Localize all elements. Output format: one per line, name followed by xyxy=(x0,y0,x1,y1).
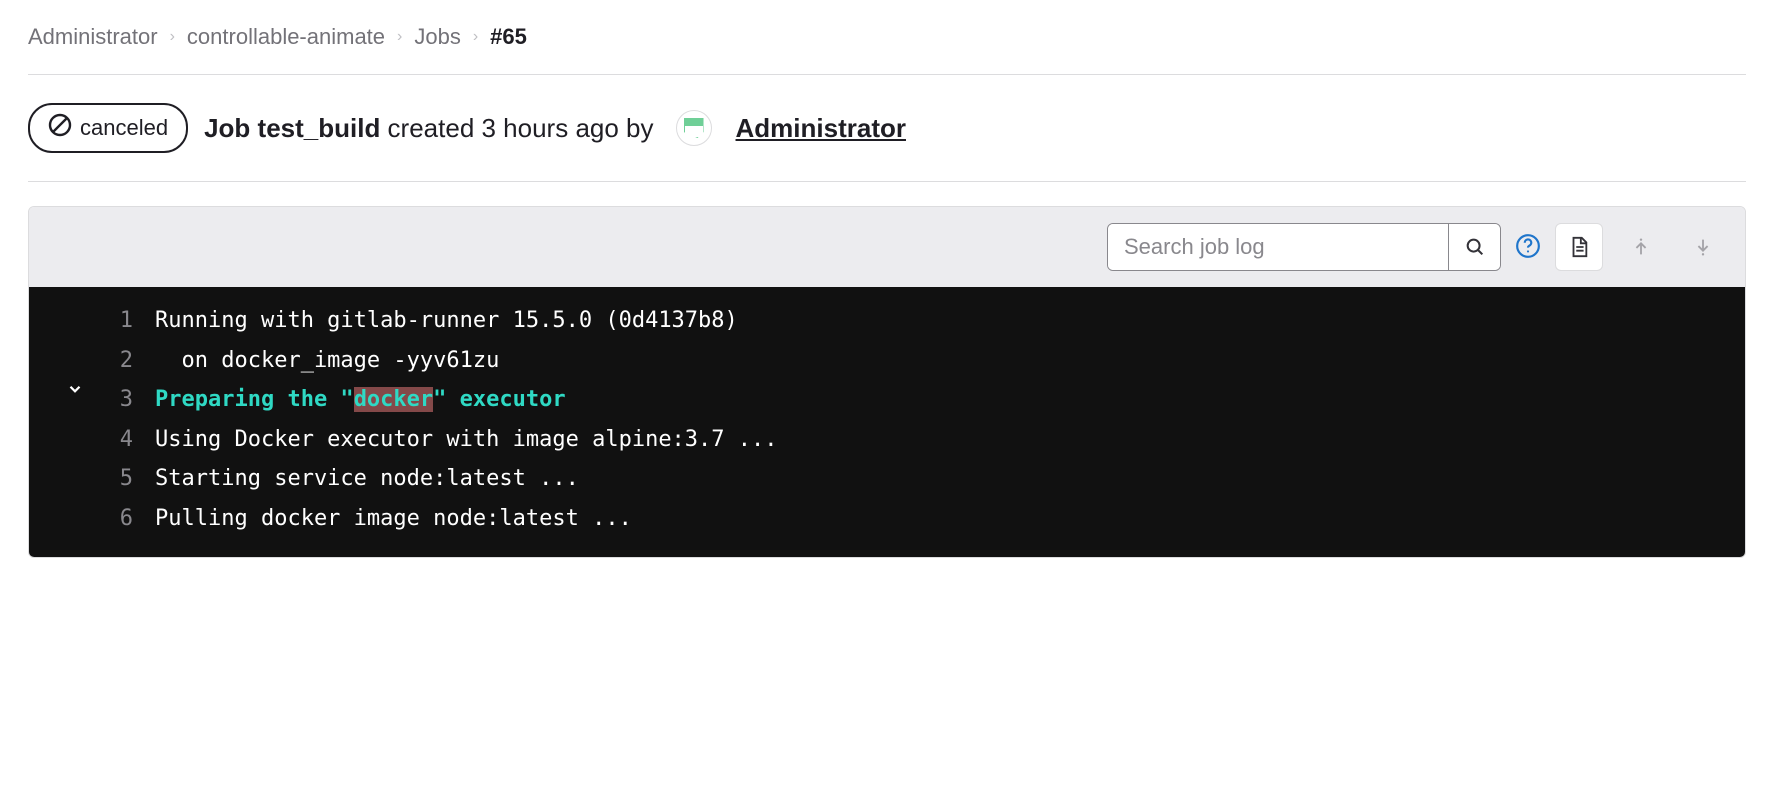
line-content: Preparing the "docker" executor xyxy=(155,380,566,420)
log-line: 1Running with gitlab-runner 15.5.0 (0d41… xyxy=(29,301,1745,341)
job-created-text: created 3 hours ago by xyxy=(380,113,653,143)
line-number[interactable]: 5 xyxy=(105,459,155,499)
status-badge: canceled xyxy=(28,103,188,153)
line-content: on docker_image -yyv61zu xyxy=(155,341,499,381)
arrow-up-icon xyxy=(1630,236,1652,258)
line-content: Pulling docker image node:latest ... xyxy=(155,499,632,539)
job-name: test_build xyxy=(258,113,381,143)
log-body: 1Running with gitlab-runner 15.5.0 (0d41… xyxy=(29,287,1745,557)
breadcrumb-item-1[interactable]: controllable-animate xyxy=(187,24,385,50)
status-text: canceled xyxy=(80,115,168,141)
chevron-right-icon: › xyxy=(170,28,175,46)
log-line: 5Starting service node:latest ... xyxy=(29,459,1745,499)
chevron-right-icon: › xyxy=(397,28,402,46)
help-icon[interactable] xyxy=(1515,233,1541,262)
collapse-gutter[interactable] xyxy=(45,380,105,398)
document-icon xyxy=(1568,236,1590,258)
line-number[interactable]: 6 xyxy=(105,499,155,539)
arrow-down-icon xyxy=(1692,236,1714,258)
search-icon xyxy=(1464,236,1486,258)
search-button[interactable] xyxy=(1448,224,1500,270)
line-number[interactable]: 1 xyxy=(105,301,155,341)
line-content: Using Docker executor with image alpine:… xyxy=(155,420,778,460)
job-title: Job test_build created 3 hours ago by xyxy=(204,113,653,144)
broken-image-icon xyxy=(684,118,704,138)
line-number[interactable]: 2 xyxy=(105,341,155,381)
log-line: 2 on docker_image -yyv61zu xyxy=(29,341,1745,381)
chevron-right-icon: › xyxy=(473,28,478,46)
raw-log-button[interactable] xyxy=(1555,223,1603,271)
breadcrumb-item-2[interactable]: Jobs xyxy=(414,24,460,50)
line-number[interactable]: 3 xyxy=(105,380,155,420)
job-header: canceled Job test_build created 3 hours … xyxy=(28,75,1746,182)
line-content: Running with gitlab-runner 15.5.0 (0d413… xyxy=(155,301,738,341)
log-toolbar xyxy=(29,207,1745,287)
log-line: 6Pulling docker image node:latest ... xyxy=(29,499,1745,539)
search-input[interactable] xyxy=(1108,224,1448,270)
breadcrumb-current: #65 xyxy=(490,24,527,50)
search-group xyxy=(1107,223,1501,271)
avatar[interactable] xyxy=(676,110,712,146)
line-content: Starting service node:latest ... xyxy=(155,459,579,499)
breadcrumb-item-0[interactable]: Administrator xyxy=(28,24,158,50)
log-panel: 1Running with gitlab-runner 15.5.0 (0d41… xyxy=(28,206,1746,558)
scroll-top-button[interactable] xyxy=(1617,223,1665,271)
log-line: 4Using Docker executor with image alpine… xyxy=(29,420,1745,460)
scroll-bottom-button[interactable] xyxy=(1679,223,1727,271)
log-line: 3Preparing the "docker" executor xyxy=(29,380,1745,420)
chevron-down-icon xyxy=(66,380,84,398)
canceled-icon xyxy=(48,113,72,143)
line-number[interactable]: 4 xyxy=(105,420,155,460)
author-link[interactable]: Administrator xyxy=(736,113,906,144)
breadcrumb: Administrator › controllable-animate › J… xyxy=(28,24,1746,75)
job-title-prefix: Job xyxy=(204,113,257,143)
